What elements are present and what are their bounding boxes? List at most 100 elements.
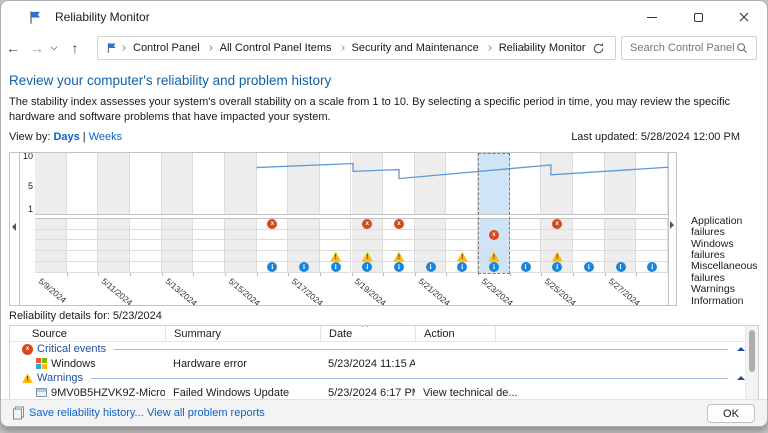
event-grid-cell[interactable] <box>320 230 352 241</box>
event-grid-cell[interactable] <box>510 230 542 241</box>
event-grid-cell[interactable] <box>541 230 573 241</box>
error-event-icon[interactable]: x <box>552 219 562 229</box>
event-grid-cell[interactable] <box>573 230 605 241</box>
info-event-icon[interactable]: i <box>362 262 372 272</box>
event-grid-cell[interactable] <box>320 219 352 230</box>
column-header-source[interactable]: Source <box>10 326 165 342</box>
event-row[interactable]: WindowsHardware error5/23/2024 11:15 AM <box>10 357 747 371</box>
breadcrumb-chevron-icon[interactable] <box>486 45 491 50</box>
collapse-chevron-icon[interactable] <box>737 347 745 351</box>
column-header-action[interactable]: Action <box>415 326 495 342</box>
forward-button[interactable]: → <box>25 40 49 56</box>
event-grid-cell[interactable] <box>605 240 637 251</box>
column-header-summary[interactable]: Summary <box>165 326 320 342</box>
event-grid-cell[interactable] <box>636 230 668 241</box>
chart-scroll-right[interactable] <box>668 153 676 305</box>
event-grid-cell[interactable] <box>478 240 510 251</box>
save-reliability-history-link[interactable]: Save reliability history... <box>29 407 144 419</box>
event-grid-cell[interactable] <box>130 262 162 273</box>
group-row[interactable]: !Warnings <box>10 371 747 386</box>
address-dropdown-chevron-icon[interactable] <box>523 44 530 51</box>
event-grid-cell[interactable] <box>35 230 67 241</box>
info-event-icon[interactable]: i <box>299 262 309 272</box>
event-grid-cell[interactable] <box>573 251 605 262</box>
event-grid-cell[interactable] <box>98 230 130 241</box>
event-grid-cell[interactable] <box>636 240 668 251</box>
error-event-icon[interactable]: x <box>267 219 277 229</box>
info-event-icon[interactable]: i <box>457 262 467 272</box>
warning-event-icon[interactable]: ! <box>330 252 341 262</box>
event-grid-cell[interactable] <box>35 240 67 251</box>
action-link[interactable]: View technical de... <box>415 387 747 399</box>
event-grid-cell[interactable] <box>288 251 320 262</box>
back-button[interactable]: ← <box>1 40 25 56</box>
search-box[interactable]: Search Control Panel <box>621 36 757 60</box>
event-grid-cell[interactable] <box>636 251 668 262</box>
event-grid-cell[interactable] <box>130 251 162 262</box>
event-grid-cell[interactable] <box>288 219 320 230</box>
event-grid-cell[interactable] <box>67 230 99 241</box>
breadcrumb-item[interactable]: Control Panel <box>128 42 205 54</box>
maximize-button[interactable] <box>675 1 721 33</box>
group-row[interactable]: xCritical events <box>10 342 747 357</box>
view-by-days-link[interactable]: Days <box>53 131 79 143</box>
info-event-icon[interactable]: i <box>647 262 657 272</box>
breadcrumb-chevron-icon[interactable] <box>207 45 212 50</box>
event-grid-cell[interactable] <box>510 219 542 230</box>
event-grid-cell[interactable] <box>446 230 478 241</box>
view-all-problem-reports-link[interactable]: View all problem reports <box>147 407 265 419</box>
breadcrumb-item[interactable]: All Control Panel Items <box>215 42 337 54</box>
event-grid-cell[interactable] <box>352 240 384 251</box>
event-grid-cell[interactable] <box>35 262 67 273</box>
event-grid-cell[interactable] <box>130 230 162 241</box>
ok-button[interactable]: OK <box>707 404 755 423</box>
event-grid-cell[interactable] <box>510 251 542 262</box>
event-grid-cell[interactable] <box>130 240 162 251</box>
event-grid-cell[interactable] <box>383 240 415 251</box>
collapse-chevron-icon[interactable] <box>737 376 745 380</box>
info-event-icon[interactable]: i <box>552 262 562 272</box>
event-grid-cell[interactable] <box>162 262 194 273</box>
event-row[interactable]: 9MV0B5HZVK9Z-Microsoft.Gamin...Failed Wi… <box>10 386 747 400</box>
event-grid-cell[interactable] <box>98 262 130 273</box>
breadcrumb-item[interactable]: Reliability Monitor <box>494 42 591 54</box>
warning-event-icon[interactable]: ! <box>393 252 404 262</box>
event-grid-cell[interactable] <box>605 251 637 262</box>
warning-event-icon[interactable]: ! <box>457 252 468 262</box>
warning-event-icon[interactable]: ! <box>552 252 563 262</box>
event-grid-cell[interactable] <box>98 219 130 230</box>
event-grid-cell[interactable] <box>225 262 257 273</box>
event-grid-cell[interactable] <box>162 219 194 230</box>
event-grid-cell[interactable] <box>605 230 637 241</box>
info-event-icon[interactable]: i <box>489 262 499 272</box>
event-grid-cell[interactable] <box>636 219 668 230</box>
event-grid-cell[interactable] <box>35 251 67 262</box>
info-event-icon[interactable]: i <box>331 262 341 272</box>
event-grid-cell[interactable] <box>478 219 510 230</box>
event-grid-cell[interactable] <box>415 240 447 251</box>
event-grid-cell[interactable] <box>98 240 130 251</box>
scrollbar-thumb[interactable] <box>749 330 755 372</box>
refresh-icon[interactable] <box>592 42 605 55</box>
event-grid-cell[interactable] <box>130 219 162 230</box>
event-grid-cell[interactable] <box>446 219 478 230</box>
event-grid-cell[interactable] <box>320 240 352 251</box>
error-event-icon[interactable]: x <box>394 219 404 229</box>
event-grid-cell[interactable] <box>573 240 605 251</box>
breadcrumb-chevron-icon[interactable] <box>339 45 344 50</box>
event-grid-cell[interactable] <box>162 230 194 241</box>
info-event-icon[interactable]: i <box>426 262 436 272</box>
view-by-weeks-link[interactable]: Weeks <box>89 131 122 143</box>
info-event-icon[interactable]: i <box>584 262 594 272</box>
chart-scroll-left[interactable] <box>10 153 20 305</box>
event-grid-cell[interactable] <box>225 251 257 262</box>
event-grid-cell[interactable] <box>67 219 99 230</box>
event-grid-cell[interactable] <box>415 251 447 262</box>
address-bar[interactable]: Control PanelAll Control Panel ItemsSecu… <box>97 36 616 60</box>
event-grid-cell[interactable] <box>225 230 257 241</box>
event-grid-cell[interactable] <box>193 240 225 251</box>
event-grid-cell[interactable] <box>288 240 320 251</box>
event-grid-cell[interactable] <box>288 230 320 241</box>
event-grid-cell[interactable] <box>257 240 289 251</box>
search-icon[interactable] <box>736 42 748 54</box>
